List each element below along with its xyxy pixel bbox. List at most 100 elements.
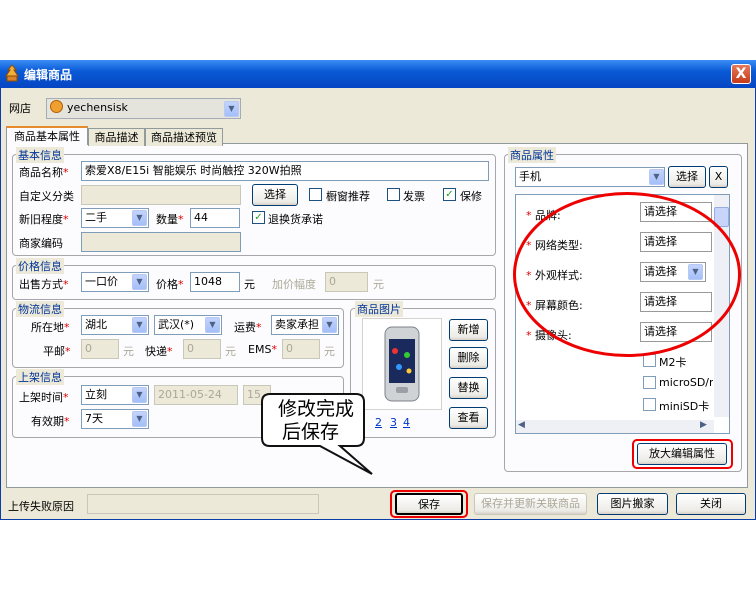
option-checkbox[interactable] — [643, 376, 656, 389]
chevron-down-icon[interactable]: ▼ — [132, 411, 147, 427]
app-icon — [4, 64, 20, 82]
window-title: 编辑商品 — [24, 68, 73, 82]
props-clear-button[interactable]: X — [709, 166, 728, 188]
image-delete-button[interactable]: 删除 — [449, 347, 488, 369]
chevron-down-icon[interactable]: ▼ — [322, 317, 337, 333]
scroll-right-icon[interactable]: ▶ — [700, 420, 707, 430]
showcase-label: 橱窗推荐 — [326, 190, 370, 203]
freight-value: 卖家承担 — [275, 318, 319, 331]
props-category-value: 手机 — [519, 170, 541, 183]
highlight-enlarge — [632, 439, 733, 469]
condition-label: 新旧程度* — [19, 213, 69, 226]
shop-icon — [50, 100, 63, 113]
category-input[interactable] — [81, 185, 241, 205]
image-page-3[interactable]: 3 — [390, 416, 397, 429]
shop-value: yechensisk — [67, 101, 128, 114]
listing-legend: 上架信息 — [16, 369, 64, 385]
shop-label: 网店 — [9, 102, 31, 115]
images-legend: 商品图片 — [355, 301, 403, 317]
chevron-down-icon[interactable]: ▼ — [132, 387, 147, 403]
shop-select[interactable]: yechensisk — [46, 98, 241, 119]
callout-line-2: 后保存 — [282, 421, 340, 443]
category-label: 自定义分类 — [19, 190, 74, 203]
tab-basic[interactable]: 商品基本属性 — [6, 126, 88, 145]
props-hscrollbar[interactable] — [516, 420, 714, 433]
time-value: 立刻 — [85, 388, 107, 401]
tab-preview[interactable]: 商品描述预览 — [145, 128, 223, 146]
validity-value: 7天 — [85, 412, 103, 425]
fail-reason-label: 上传失败原因 — [8, 500, 74, 513]
method-value: 一口价 — [85, 275, 118, 288]
chevron-down-icon[interactable]: ▼ — [132, 274, 147, 290]
increment-input[interactable]: 0 — [325, 272, 368, 292]
price-label: 价格* — [156, 278, 184, 291]
chevron-down-icon[interactable]: ▼ — [132, 317, 147, 333]
invoice-label: 发票 — [403, 190, 425, 203]
chevron-down-icon[interactable]: ▼ — [649, 169, 664, 185]
chevron-down-icon[interactable]: ▼ — [132, 210, 147, 226]
increment-label: 加价幅度 — [272, 278, 316, 291]
freight-label: 运费* — [234, 321, 262, 334]
props-select-button[interactable]: 选择 — [668, 166, 706, 188]
ems-unit: 元 — [324, 345, 335, 358]
invoice-checkbox[interactable] — [387, 188, 400, 201]
province-value: 湖北 — [85, 318, 107, 331]
price-info-legend: 价格信息 — [16, 258, 64, 274]
qty-label: 数量* — [156, 213, 184, 226]
props-category-select[interactable]: 手机 — [515, 167, 665, 187]
chevron-down-icon[interactable]: ▼ — [224, 101, 239, 117]
ems-label: EMS* — [248, 343, 277, 356]
logistics-legend: 物流信息 — [16, 301, 64, 317]
code-label: 商家编码 — [19, 237, 63, 250]
basic-info-legend: 基本信息 — [16, 147, 64, 163]
image-page-4[interactable]: 4 — [403, 416, 410, 429]
image-host-button[interactable]: 图片搬家 — [597, 493, 668, 515]
save-button[interactable]: 保存 — [395, 493, 463, 515]
date-select[interactable]: 2011-05-24 — [154, 385, 238, 405]
option-label: M2卡 — [659, 356, 687, 369]
image-view-button[interactable]: 查看 — [449, 407, 488, 429]
image-add-button[interactable]: 新增 — [449, 319, 488, 341]
method-label: 出售方式* — [19, 278, 69, 291]
fail-reason-input[interactable] — [87, 494, 319, 514]
qty-input[interactable]: 44 — [190, 208, 240, 228]
category-select-button[interactable]: 选择 — [252, 184, 298, 206]
condition-value: 二手 — [85, 211, 107, 224]
city-value: 武汉(*) — [158, 318, 195, 331]
mail-label: 平邮* — [43, 345, 71, 358]
title-bar — [0, 60, 756, 88]
time-label: 上架时间* — [19, 391, 69, 404]
highlight-ellipse — [513, 192, 741, 357]
callout-line-1: 修改完成 — [278, 398, 355, 420]
validity-label: 有效期* — [31, 415, 70, 428]
close-icon[interactable]: X — [731, 64, 751, 84]
option-label: miniSD卡 — [659, 400, 710, 413]
name-label: 商品名称* — [19, 166, 69, 179]
return-label: 退换货承诺 — [268, 213, 323, 226]
option-label: microSD/mi — [659, 376, 713, 389]
express-label: 快递* — [145, 345, 173, 358]
code-input[interactable] — [81, 232, 241, 252]
warranty-checkbox[interactable]: ✓ — [443, 188, 456, 201]
image-replace-button[interactable]: 替换 — [449, 377, 488, 399]
option-checkbox[interactable] — [643, 398, 656, 411]
showcase-checkbox[interactable] — [309, 188, 322, 201]
express-unit: 元 — [225, 345, 236, 358]
save-update-button[interactable]: 保存并更新关联商品 — [474, 493, 587, 515]
mail-unit: 元 — [123, 345, 134, 358]
mail-input[interactable]: 0 — [81, 339, 119, 359]
increment-unit: 元 — [373, 278, 384, 291]
close-button[interactable]: 关闭 — [676, 493, 746, 515]
scroll-left-icon[interactable]: ◀ — [518, 420, 525, 430]
price-unit: 元 — [244, 278, 255, 291]
warranty-label: 保修 — [460, 190, 482, 203]
price-input[interactable]: 1048 — [190, 272, 240, 292]
props-legend: 商品属性 — [508, 147, 556, 163]
product-name-input[interactable]: 索爱X8/E15i 智能娱乐 时尚触控 320W拍照 — [81, 161, 489, 181]
tab-description[interactable]: 商品描述 — [88, 128, 145, 146]
express-input[interactable]: 0 — [183, 339, 221, 359]
ems-input[interactable]: 0 — [282, 339, 320, 359]
chevron-down-icon[interactable]: ▼ — [205, 317, 220, 333]
location-label: 所在地* — [31, 321, 70, 334]
return-checkbox[interactable]: ✓ — [252, 211, 265, 224]
